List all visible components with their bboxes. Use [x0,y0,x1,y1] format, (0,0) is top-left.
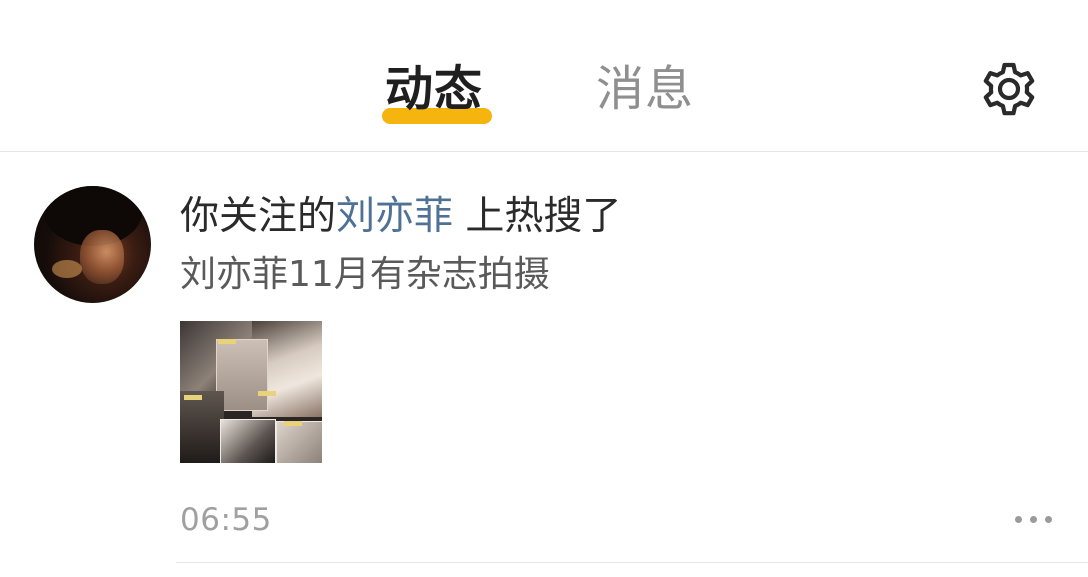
tab-messages-label: 消息 [596,61,695,117]
feed-item-divider [176,562,1088,563]
avatar-light-shape [52,260,82,278]
tab-dynamics-label: 动态 [385,61,484,117]
collage-piece [276,421,322,463]
avatar-face-shape [80,230,124,284]
headline-suffix: 上热搜了 [453,194,622,239]
tab-dynamics[interactable]: 动态 [385,58,483,120]
feed-subline: 刘亦菲11月有杂志拍摄 [180,254,550,295]
collage-label-tag [184,395,202,400]
collage-label-tag [284,421,302,426]
more-dots-icon [1045,516,1052,523]
more-dots-icon [1015,516,1022,523]
avatar[interactable] [34,186,151,303]
collage-label-tag [258,391,276,396]
more-dots-icon [1030,516,1037,523]
feed-headline: 你关注的刘亦菲 上热搜了 [180,192,621,242]
header-divider [0,151,1088,152]
collage-piece [220,419,276,463]
timestamp: 06:55 [180,502,272,538]
notifications-page: 动态 消息 你关注的刘亦菲 上热搜了 刘亦菲11月有杂志拍摄 06:55 [0,0,1088,577]
gear-icon [983,62,1035,116]
celebrity-name-link[interactable]: 刘亦菲 [336,194,453,239]
collage-label-tag [218,339,236,344]
tab-messages[interactable]: 消息 [596,58,694,120]
settings-button[interactable] [976,56,1042,122]
headline-prefix: 你关注的 [180,194,337,239]
magazine-collage-thumbnail[interactable] [180,321,322,463]
top-tab-bar: 动态 消息 [0,0,1088,152]
more-options-button[interactable] [1012,506,1054,532]
collage-piece [180,391,224,463]
